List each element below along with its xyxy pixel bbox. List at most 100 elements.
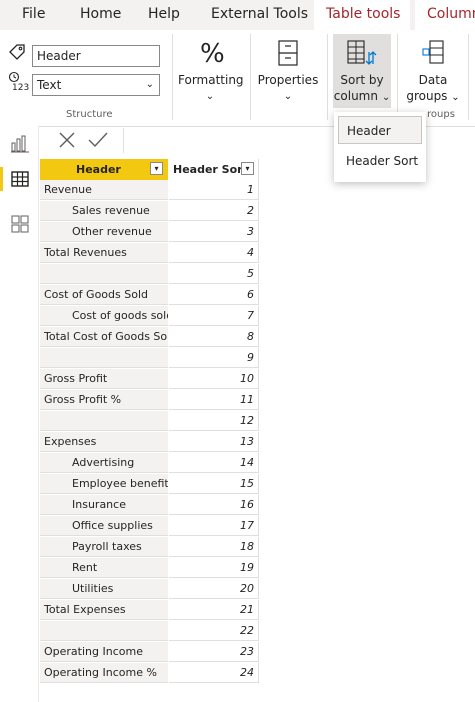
header-sort-cell[interactable]: 5 [169,264,259,284]
chevron-down-icon: ⌄ [451,92,460,103]
table-row[interactable]: Advertising 14 [40,453,259,474]
header-sort-cell[interactable]: 15 [169,474,259,494]
data-groups-button[interactable]: Data groups ⌄ [402,34,464,106]
column-header-header[interactable]: Header ▾ [40,159,168,180]
header-cell[interactable]: Gross Profit [40,369,168,389]
sort-option-header[interactable]: Header [338,116,422,144]
table-row[interactable]: Expenses 13 [40,432,259,453]
table-row[interactable]: Gross Profit 10 [40,369,259,390]
table-row[interactable]: Utilities 20 [40,579,259,600]
table-row[interactable]: Total Expenses 21 [40,600,259,621]
cancel-icon[interactable] [57,130,77,150]
header-sort-cell[interactable]: 19 [169,558,259,578]
header-sort-cell[interactable]: 4 [169,243,259,263]
data-view-icon[interactable] [10,169,30,189]
data-groups-label-1: Data [418,73,448,87]
header-sort-cell[interactable]: 10 [169,369,259,389]
data-groups-label-2: groups [406,89,448,103]
tab-help[interactable]: Help [148,0,180,30]
header-sort-cell[interactable]: 1 [169,180,259,200]
table-row[interactable]: Employee benefits 15 [40,474,259,495]
header-cell[interactable]: Rent [40,558,168,578]
header-cell[interactable] [40,621,168,641]
header-sort-cell[interactable]: 24 [169,663,259,683]
tab-column-tools[interactable]: Column tools [415,0,475,30]
table-row[interactable]: Office supplies 17 [40,516,259,537]
header-sort-cell[interactable]: 14 [169,453,259,473]
tab-table-tools[interactable]: Table tools [314,0,410,30]
header-sort-cell[interactable]: 11 [169,390,259,410]
table-row[interactable]: 9 [40,348,259,369]
header-cell[interactable] [40,411,168,431]
sort-by-column-button[interactable]: Sort by column ⌄ [333,34,391,108]
table-row[interactable]: Operating Income % 24 [40,663,259,684]
formatting-button[interactable]: % Formatting ⌄ [178,34,244,106]
header-sort-cell[interactable]: 18 [169,537,259,557]
table-row[interactable]: Total Cost of Goods Sold 8 [40,327,259,348]
tab-file[interactable]: File [22,0,45,30]
table-row[interactable]: Insurance 16 [40,495,259,516]
tab-home[interactable]: Home [80,0,121,30]
sort-option-header-sort[interactable]: Header Sort [338,147,422,175]
header-cell[interactable]: Advertising [40,453,168,473]
header-sort-cell[interactable]: 6 [169,285,259,305]
header-cell[interactable]: Expenses [40,432,168,452]
header-sort-cell[interactable]: 22 [169,621,259,641]
commit-icon[interactable] [87,130,109,150]
header-sort-cell[interactable]: 23 [169,642,259,662]
table-row[interactable]: Cost of Goods Sold 6 [40,285,259,306]
header-cell[interactable]: Operating Income % [40,663,168,683]
report-view-icon[interactable] [10,134,30,154]
header-cell[interactable]: Employee benefits [40,474,168,494]
table-row[interactable]: 22 [40,621,259,642]
filter-dropdown-icon[interactable]: ▾ [241,162,254,175]
table-row[interactable]: Sales revenue 2 [40,201,259,222]
table-row[interactable]: Payroll taxes 18 [40,537,259,558]
header-cell[interactable]: Total Revenues [40,243,168,263]
data-type-select[interactable]: Text ⌄ [32,74,160,96]
sort-by-column-menu: Header Header Sort [334,112,426,182]
header-cell[interactable] [40,264,168,284]
table-row[interactable]: 12 [40,411,259,432]
table-row[interactable]: 5 [40,264,259,285]
chevron-down-icon: ⌄ [283,91,293,102]
header-cell[interactable]: Total Cost of Goods Sold [40,327,168,347]
header-sort-cell[interactable]: 16 [169,495,259,515]
header-sort-cell[interactable]: 3 [169,222,259,242]
column-name-input[interactable]: Header [32,45,160,67]
header-sort-cell[interactable]: 20 [169,579,259,599]
header-cell[interactable]: Sales revenue [40,201,168,221]
table-row[interactable]: Total Revenues 4 [40,243,259,264]
table-row[interactable]: Rent 19 [40,558,259,579]
column-header-header-sort[interactable]: Header Sort ▾ [169,159,259,180]
header-cell[interactable]: Gross Profit % [40,390,168,410]
table-row[interactable]: Other revenue 3 [40,222,259,243]
header-sort-cell[interactable]: 7 [169,306,259,326]
table-row[interactable]: Operating Income 23 [40,642,259,663]
header-sort-cell[interactable]: 2 [169,201,259,221]
header-sort-cell[interactable]: 17 [169,516,259,536]
header-cell[interactable] [40,348,168,368]
model-view-icon[interactable] [10,214,30,234]
properties-button[interactable]: Properties ⌄ [255,34,321,106]
header-sort-cell[interactable]: 8 [169,327,259,347]
header-cell[interactable]: Revenue [40,180,168,200]
header-cell[interactable]: Insurance [40,495,168,515]
header-cell[interactable]: Total Expenses [40,600,168,620]
header-cell[interactable]: Cost of goods sold [40,306,168,326]
header-cell[interactable]: Utilities [40,579,168,599]
table-row[interactable]: Revenue 1 [40,180,259,201]
header-sort-cell[interactable]: 21 [169,600,259,620]
table-row[interactable]: Cost of goods sold 7 [40,306,259,327]
table-row[interactable]: Gross Profit % 11 [40,390,259,411]
header-cell[interactable]: Operating Income [40,642,168,662]
header-sort-cell[interactable]: 13 [169,432,259,452]
header-sort-cell[interactable]: 9 [169,348,259,368]
header-cell[interactable]: Payroll taxes [40,537,168,557]
filter-dropdown-icon[interactable]: ▾ [150,162,163,175]
tab-external-tools[interactable]: External Tools [211,0,308,30]
header-cell[interactable]: Cost of Goods Sold [40,285,168,305]
header-sort-cell[interactable]: 12 [169,411,259,431]
header-cell[interactable]: Office supplies [40,516,168,536]
header-cell[interactable]: Other revenue [40,222,168,242]
